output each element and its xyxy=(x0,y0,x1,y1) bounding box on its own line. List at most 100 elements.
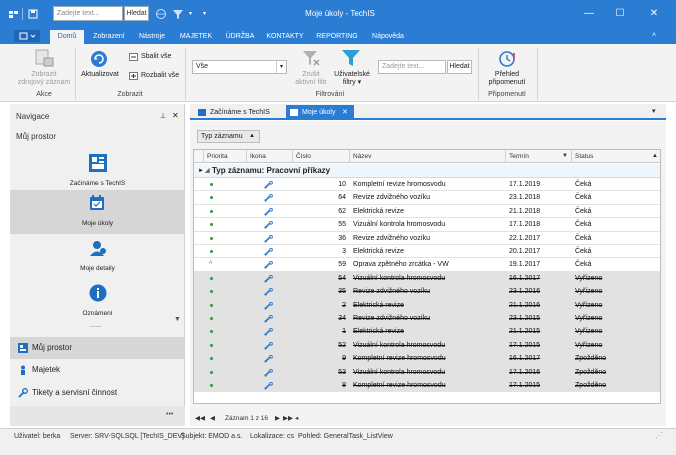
col-header-termin[interactable]: Termín ▼ xyxy=(506,150,572,163)
next-page-icon[interactable]: ▶ xyxy=(275,413,280,425)
scroll-down-icon[interactable]: ▼ xyxy=(174,316,181,323)
more-options-icon[interactable]: ••• xyxy=(166,411,173,418)
first-page-icon[interactable]: ◀◀ xyxy=(195,413,205,425)
separator xyxy=(537,48,538,100)
close-tab-icon[interactable]: ✕ xyxy=(342,105,348,120)
ribbon-search-button[interactable]: Hledat xyxy=(447,60,472,74)
dropdown-icon[interactable]: ▾ xyxy=(189,7,197,21)
customize-icon[interactable]: ▾ xyxy=(203,7,211,21)
cell-termin: 17.1.2018 xyxy=(509,221,541,229)
cell-cislo: 10 xyxy=(338,181,346,188)
status-server: Server: SRV-SQLSQL [TechIS_DEV] xyxy=(70,433,184,440)
table-row[interactable]: 1 Elektrická revize 21.1.2015 Vyřízeno xyxy=(194,325,660,339)
reminder-overview-button[interactable]: Přehled připomenutí xyxy=(484,70,530,88)
cell-nazev: Vizuální kontrola hromosvodu xyxy=(353,368,446,376)
tab-napoveda[interactable]: Nápověda xyxy=(368,30,408,44)
clear-filter-label-2: aktivní filtr xyxy=(295,79,327,86)
expand-all-button[interactable]: Rozbalit vše xyxy=(141,71,179,81)
nav-title: Navigace xyxy=(16,112,50,121)
task-grid: Priorita Ikona Číslo Název Termín ▼ Stat… xyxy=(193,149,661,404)
minimize-icon[interactable]: — xyxy=(575,6,603,22)
title-search-input[interactable]: Zadejte text... xyxy=(53,6,123,21)
add-record-icon[interactable]: ◂ xyxy=(295,413,298,425)
table-row[interactable]: 62 Elektrická revize 21.1.2018 Čeká xyxy=(194,205,660,219)
table-row[interactable]: 53 Vizuální kontrola hromosvodu 17.1.2016 Z… xyxy=(194,365,660,379)
close-icon[interactable]: ✕ xyxy=(640,6,668,22)
file-menu-button[interactable] xyxy=(14,30,40,42)
cell-termin: 16.1.2017 xyxy=(509,274,541,282)
table-row[interactable]: ^ 59 Oprava zpětného zrcátka - VW 19.1.2017… xyxy=(194,258,660,272)
nav-tile-moje-detaily[interactable]: Moje detaily xyxy=(10,235,185,281)
table-row[interactable]: 55 Vizuální kontrola hromosvodu 17.1.2018 Č… xyxy=(194,218,660,232)
priority-normal-icon xyxy=(210,357,213,361)
col-header-cislo[interactable]: Číslo xyxy=(293,150,350,163)
cell-cislo: 59 xyxy=(338,261,346,269)
nav-row-tikety[interactable]: Tikety a servisní činnost xyxy=(10,382,185,404)
cell-cislo: 53 xyxy=(338,368,346,376)
group-collapse-icon[interactable]: ◢ xyxy=(205,164,210,178)
pin-icon[interactable]: ⊥ xyxy=(160,112,166,120)
table-row[interactable]: 52 Vizuální kontrola hromosvodu 17.1.2015 V… xyxy=(194,338,660,353)
tab-domu[interactable]: Domů xyxy=(50,30,84,44)
filter-combo[interactable]: Vše ▾ xyxy=(192,60,287,74)
title-search-button[interactable]: Hledat xyxy=(124,6,149,21)
table-row[interactable]: 35 Revize zdvižného vozíku 23.1.2016 Vyříze… xyxy=(194,285,660,299)
table-row[interactable]: 8 Kompletní revize hromosvodu 17.1.2015 Zpo… xyxy=(194,379,660,393)
doc-tab-zaciname[interactable]: Začínáme s TechIS xyxy=(194,105,284,120)
tab-zobrazeni[interactable]: Zobrazení xyxy=(90,30,128,44)
col-header-priorita[interactable]: Priorita xyxy=(204,150,247,163)
status-user: Uživatel: berka xyxy=(14,433,61,440)
tab-list-icon[interactable]: ▾ xyxy=(652,107,656,115)
priority-high-icon: ^ xyxy=(209,261,213,269)
nav-row-muj-prostor[interactable]: Můj prostor xyxy=(10,337,185,359)
collapse-all-button[interactable]: Sbalit vše xyxy=(141,52,171,62)
doc-tab-moje-ukoly[interactable]: Moje úkoly ✕ xyxy=(286,105,354,120)
ribbon-search-input[interactable]: Zadejte text... xyxy=(378,60,446,74)
cell-nazev: Kompletní revize hromosvodu xyxy=(353,181,446,188)
nav-row-majetek[interactable]: Majetek xyxy=(10,359,185,381)
table-row[interactable]: 64 Revize zdvižného vozíku 23.1.2018 Čeká xyxy=(194,191,660,205)
cell-nazev: Elektrická revize xyxy=(353,207,404,215)
nav-tile-oznameni[interactable]: Oznámení xyxy=(10,280,185,326)
table-row[interactable]: 3 Elektrická revize 20.1.2017 Čeká xyxy=(194,245,660,259)
group-pripomenuti-label: Připomenutí xyxy=(488,91,526,98)
group-by-chip[interactable]: Typ záznamu ▲ xyxy=(197,130,260,143)
table-row[interactable]: 10 Kompletní revize hromosvodu 17.1.2019 Če… xyxy=(194,178,660,192)
cell-nazev: Revize zdvižného vozíku xyxy=(353,234,431,242)
tab-kontakty[interactable]: KONTAKTY xyxy=(264,30,306,44)
resize-grip-icon[interactable]: ⋰ xyxy=(655,431,663,440)
cell-termin: 21.1.2015 xyxy=(509,328,541,336)
clear-filter-button[interactable]: Zrušit aktivní filtr xyxy=(290,70,332,88)
maximize-icon[interactable]: ☐ xyxy=(606,6,634,22)
col-header-status[interactable]: Status ▲ xyxy=(572,150,660,163)
col-header-nazev[interactable]: Název xyxy=(350,150,506,163)
group-row[interactable]: ► ◢ Typ záznamu: Pracovní příkazy xyxy=(194,164,660,178)
last-page-icon[interactable]: ▶▶ xyxy=(283,413,293,425)
tab-majetek[interactable]: MAJETEK xyxy=(176,30,216,44)
user-filters-button[interactable]: Uživatelské filtry ▾ xyxy=(330,70,374,88)
close-nav-icon[interactable]: ✕ xyxy=(172,111,179,120)
prev-page-icon[interactable]: ◀ xyxy=(210,413,215,425)
filter-icon[interactable] xyxy=(172,7,186,21)
globe-icon[interactable] xyxy=(155,7,169,21)
collapse-ribbon-icon[interactable]: ˄ xyxy=(652,32,656,39)
tab-reporting[interactable]: REPORTING xyxy=(312,30,362,44)
table-row[interactable]: 2 Elektrická revize 21.1.2016 Vyřízeno xyxy=(194,298,660,312)
cell-nazev: Kompletní revize hromosvodu xyxy=(353,382,446,389)
tab-nastroje[interactable]: Nástroje xyxy=(134,30,170,44)
table-row[interactable]: 34 Revize zdvižného vozíku 23.1.2015 Vyříze… xyxy=(194,312,660,326)
nav-tile-moje-ukoly[interactable]: Moje úkoly xyxy=(10,190,185,234)
sort-up-icon: ▲ xyxy=(249,133,255,139)
chevron-down-icon: ▾ xyxy=(276,61,286,73)
table-row[interactable]: 9 Kompletní revize hromosvodu 16.1.2017 Zpo… xyxy=(194,352,660,366)
navigation-pane: Navigace ⊥ ✕ Můj prostor Začínáme s Tech… xyxy=(10,104,185,426)
save-icon[interactable] xyxy=(27,7,41,21)
table-row[interactable]: 54 Vizuální kontrola hromosvodu 16.1.2017 V… xyxy=(194,271,660,286)
tab-udrzba[interactable]: ÚDRŽBA xyxy=(222,30,258,44)
cell-cislo: 36 xyxy=(338,234,346,242)
table-row[interactable]: 36 Revize zdvižného vozíku 22.1.2017 Čeká xyxy=(194,232,660,245)
ribbon-tab-bar: Domů Zobrazení Nástroje MAJETEK ÚDRŽBA K… xyxy=(0,28,676,44)
show-source-button[interactable]: Zobrazit zdrojový záznam xyxy=(16,70,72,88)
refresh-button[interactable]: Aktualizovat xyxy=(80,70,120,80)
col-header-ikona[interactable]: Ikona xyxy=(247,150,293,163)
